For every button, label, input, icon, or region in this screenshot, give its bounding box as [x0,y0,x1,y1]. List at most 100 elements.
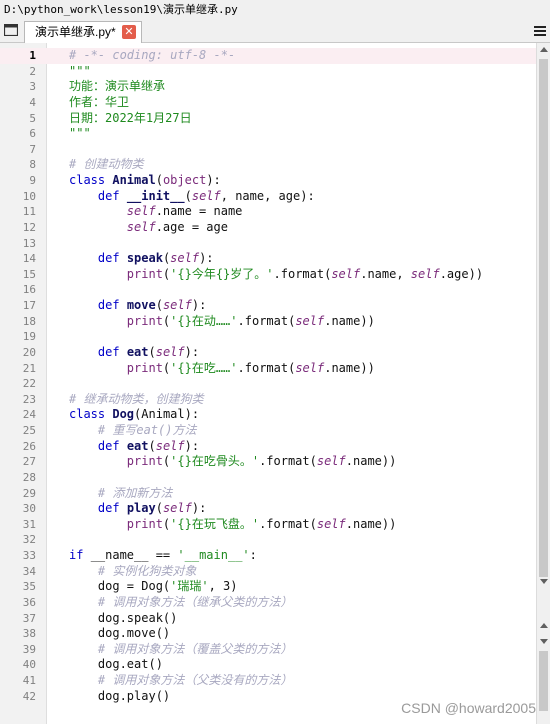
scroll-thumb[interactable] [539,59,548,577]
line-number: 5 [29,111,36,125]
code-line[interactable]: 18 print('{}在动……'.format(self.name)) [0,314,536,330]
code-line[interactable]: 21 print('{}在吃……'.format(self.name)) [0,361,536,377]
code-line[interactable]: 3 功能：演示单继承 [0,79,536,95]
code-token: __name__ == [90,548,178,562]
code-token: ): [206,173,221,187]
code-line[interactable]: 1 # -*- coding: utf-8 -*- [0,48,536,64]
code-line[interactable]: 10 def __init__(self, name, age): [0,189,536,205]
tab-bar: 演示单继承.py* ✕ [0,20,550,43]
code-token: .name)) [324,313,375,328]
code-line[interactable]: 12 self.age = age [0,220,536,236]
line-number: 21 [22,361,36,375]
code-editor[interactable]: 1 # -*- coding: utf-8 -*- 2 """ 3 功能：演示单继承 4 作者… [0,43,536,724]
code-line[interactable]: 22 [0,376,536,392]
code-line[interactable]: 16 [0,282,536,298]
code-line[interactable]: 6 """ [0,126,536,142]
code-line[interactable]: 17 def move(self): [0,298,536,314]
scroll-down-icon[interactable] [540,579,548,584]
code-line[interactable]: 31 print('{}在玩飞盘。'.format(self.name)) [0,517,536,533]
code-line[interactable]: 26 def eat(self): [0,439,536,455]
code-token: ): [191,298,207,312]
code-line[interactable]: 2 """ [0,64,536,80]
code-line[interactable]: 36 # 调用对象方法（继承父类的方法） [0,595,536,611]
code-line[interactable]: 14 def speak(self): [0,251,536,267]
code-token: '{}在动……' [170,313,238,328]
tab-label: 演示单继承.py* [35,25,116,39]
code-line[interactable]: 29 # 添加新方法 [0,486,536,502]
code-line[interactable]: 19 [0,329,536,345]
code-token: .format( [259,516,317,531]
code-line[interactable]: 34 # 实例化狗类对象 [0,564,536,580]
close-icon[interactable]: ✕ [122,25,136,39]
line-number: 17 [22,299,36,312]
code-text: dog.eat() [69,657,163,673]
code-line[interactable]: 41 # 调用对象方法（父类没有的方法） [0,673,536,689]
code-token: class [69,173,113,187]
scroll-up-icon[interactable] [540,47,548,52]
line-number: 26 [22,439,36,453]
code-line[interactable]: 23 # 继承动物类，创建狗类 [0,392,536,408]
code-text: self.age = age [69,220,228,236]
code-token: Dog [112,407,135,422]
code-token: self [170,251,200,266]
line-number: 18 [22,314,36,328]
line-number: 1 [29,49,36,62]
code-token: Animal [112,173,156,187]
code-line[interactable]: 38 dog.move() [0,626,536,642]
scroll-thumb-secondary[interactable] [539,651,548,711]
code-line[interactable]: 24 class Dog(Animal): [0,407,536,423]
code-token: '__main__' [177,548,250,562]
scroll-down-icon[interactable] [540,639,548,644]
tab-file[interactable]: 演示单继承.py* ✕ [24,21,142,43]
code-token: (Animal): [134,407,200,422]
code-line[interactable]: 39 # 调用对象方法（覆盖父类的方法） [0,642,536,658]
code-token: self [191,188,221,203]
code-line[interactable]: 33 if __name__ == '__main__': [0,548,536,564]
code-line[interactable]: 28 [0,470,536,486]
tab-list-icon[interactable] [4,24,18,36]
code-text: # 继承动物类，创建狗类 [69,392,203,408]
line-number: 19 [22,330,36,344]
code-token: dog.move() [69,626,171,641]
code-token: dog.speak() [69,610,178,625]
code-token: ): [184,438,200,453]
code-line[interactable]: 4 作者：华卫 [0,95,536,111]
code-token: ( [155,298,163,312]
code-line[interactable]: 32 [0,532,536,548]
code-text: self.name = name [69,204,243,220]
code-token: .name, [360,266,411,281]
scroll-up-icon[interactable] [540,623,548,628]
code-line[interactable]: 27 print('{}在吃骨头。'.format(self.name)) [0,454,536,470]
code-token: self [316,454,346,469]
code-token: def [97,251,127,266]
code-token: # 实例化狗类对象 [97,563,197,578]
code-line[interactable]: 7 [0,142,536,158]
code-line[interactable]: 25 # 重写eat()方法 [0,423,536,439]
code-line[interactable]: 20 def eat(self): [0,345,536,361]
vertical-scrollbar[interactable] [536,43,550,724]
code-text: # 实例化狗类对象 [69,564,196,580]
code-text: dog = Dog('瑞瑞', 3) [69,579,238,595]
menu-icon[interactable] [534,25,546,37]
code-line[interactable]: 5 日期：2022年1月27日 [0,111,536,127]
code-text: def speak(self): [69,251,214,267]
code-line[interactable]: 37 dog.speak() [0,611,536,627]
code-line[interactable]: 40 dog.eat() [0,657,536,673]
code-line[interactable]: 9 class Animal(object): [0,173,536,189]
code-line[interactable]: 30 def play(self): [0,501,536,517]
code-line[interactable]: 13 [0,236,536,252]
code-line[interactable]: 8 # 创建动物类 [0,157,536,173]
code-line[interactable]: 35 dog = Dog('瑞瑞', 3) [0,579,536,595]
code-token: , name, age): [220,188,315,203]
code-token: self [126,219,156,234]
code-line[interactable]: 15 print('{}今年{}岁了。'.format(self.name, s… [0,267,536,283]
code-line[interactable]: 11 self.name = name [0,204,536,220]
code-token: self [316,516,346,531]
